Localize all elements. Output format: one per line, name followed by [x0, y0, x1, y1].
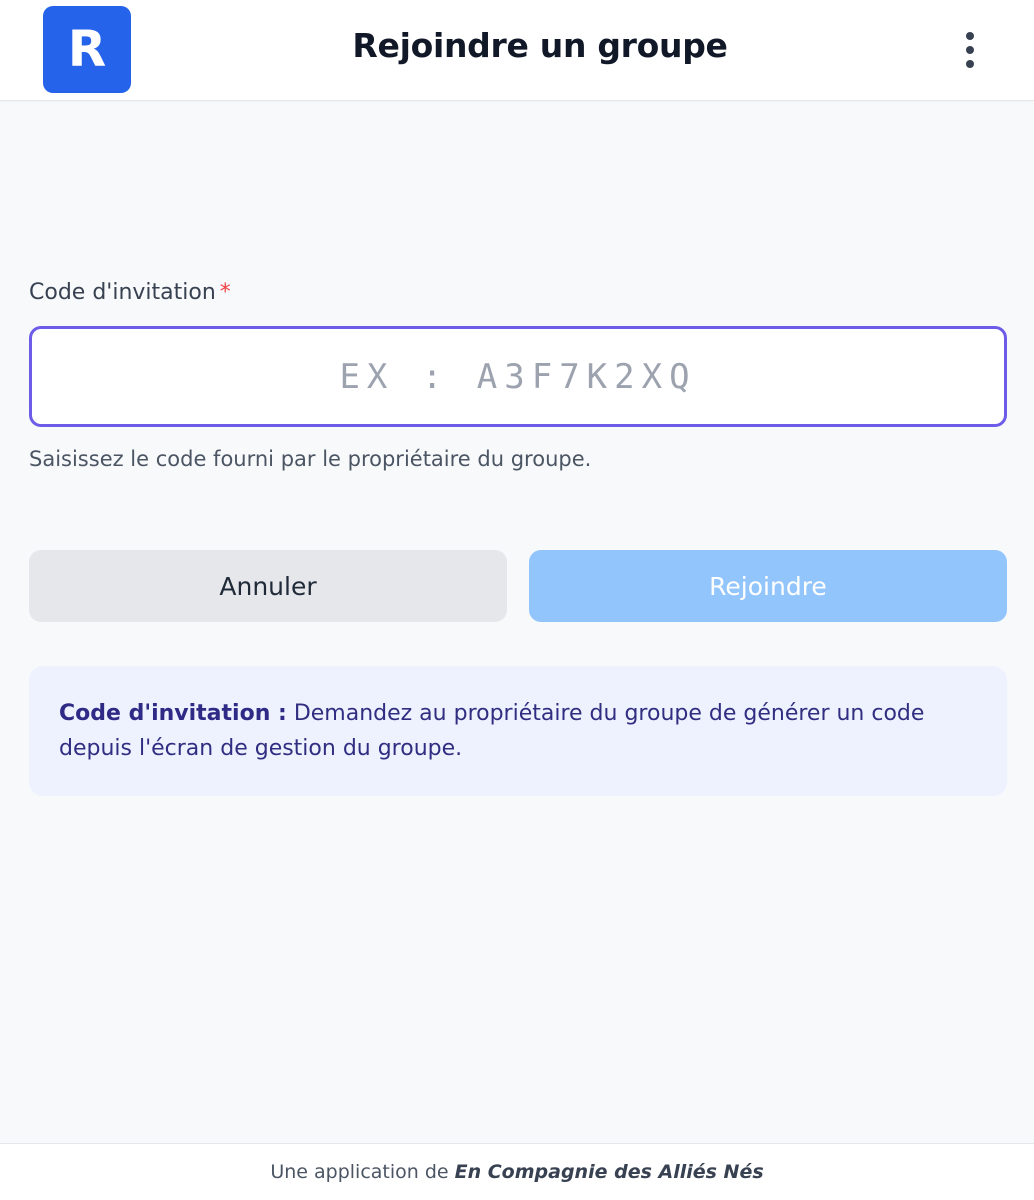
- invite-code-label: Code d'invitation *: [29, 280, 231, 305]
- menu-dot: [966, 32, 974, 40]
- app-header: R Rejoindre un groupe: [0, 0, 1034, 101]
- footer-prefix: Une application de: [270, 1161, 449, 1183]
- invite-code-helper: Saisissez le code fourni par le propriét…: [29, 447, 592, 471]
- cancel-button[interactable]: Annuler: [29, 550, 507, 622]
- more-vertical-icon[interactable]: [950, 28, 990, 72]
- invite-code-input[interactable]: [29, 326, 1007, 427]
- required-asterisk: *: [219, 280, 231, 305]
- footer-company[interactable]: En Compagnie des Alliés Nés: [455, 1161, 764, 1183]
- menu-dot: [966, 46, 974, 54]
- info-box: Code d'invitation : Demandez au propriét…: [29, 666, 1007, 796]
- app-footer: Une application de En Compagnie des Alli…: [0, 1143, 1034, 1200]
- invite-code-label-text: Code d'invitation: [29, 280, 216, 305]
- menu-dot: [966, 60, 974, 68]
- page-title: Rejoindre un groupe: [352, 26, 728, 65]
- info-title: Code d'invitation :: [59, 701, 287, 726]
- join-button[interactable]: Rejoindre: [529, 550, 1007, 622]
